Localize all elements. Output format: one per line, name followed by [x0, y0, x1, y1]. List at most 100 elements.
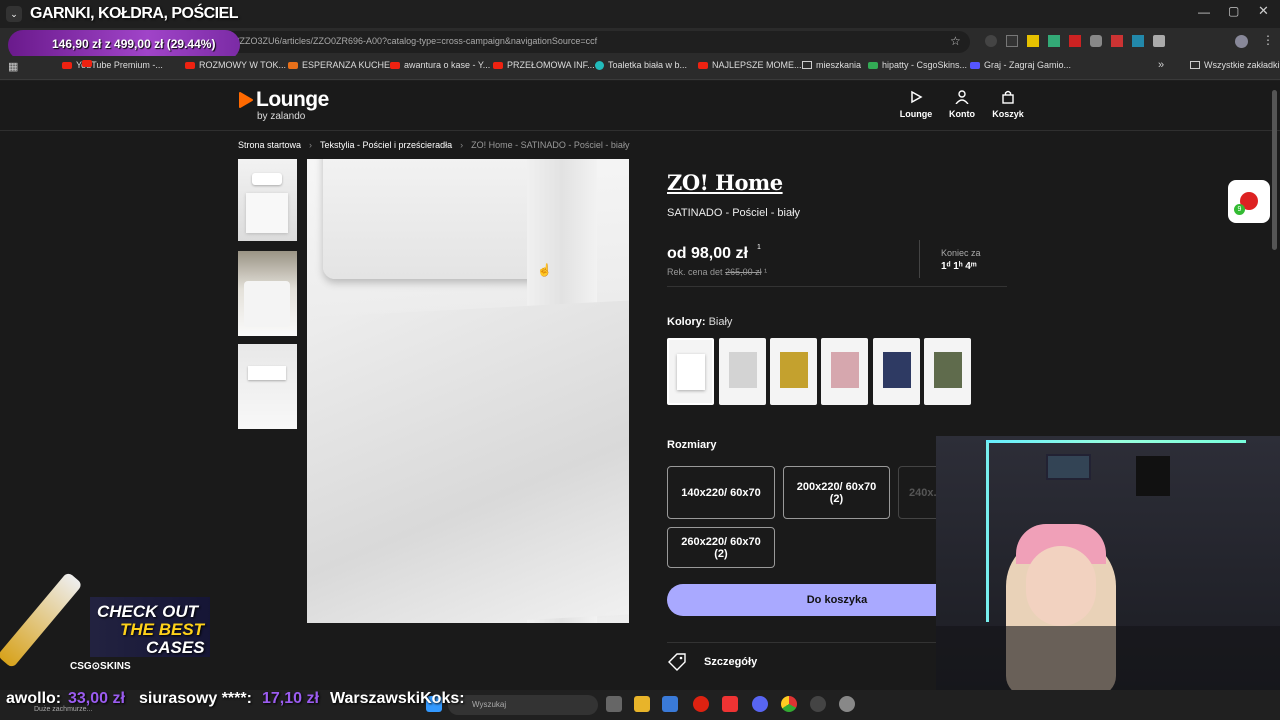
sizes-label: Rozmiary: [667, 439, 717, 451]
lounge-logo[interactable]: Lounge by zalando: [238, 88, 348, 123]
apps-icon[interactable]: ▦: [8, 60, 18, 73]
minimize-icon[interactable]: —: [1198, 5, 1210, 19]
bookmark-label: NAJLEPSZE MOME...: [712, 60, 802, 70]
bookmarks-overflow-icon[interactable]: »: [1158, 59, 1164, 71]
bookmark-item[interactable]: Graj - Zagraj Gamio...: [970, 60, 1071, 70]
webcam-overlay: [936, 436, 1280, 690]
steam-icon[interactable]: [810, 696, 826, 712]
chrome-icon[interactable]: [781, 696, 797, 712]
bookmarks-bar: ▦ YouTube Premium -... YouTube Premium -…: [0, 56, 1280, 80]
product-price: od 98,00 zł: [667, 245, 748, 262]
nav-lounge[interactable]: Lounge: [898, 90, 934, 119]
maximize-icon[interactable]: ▢: [1228, 4, 1239, 18]
all-bookmarks[interactable]: Wszystkie zakładki: [1190, 60, 1280, 70]
product-main-image[interactable]: ☝: [307, 159, 629, 623]
bookmark-item[interactable]: PRZEŁOMOWA INF...: [493, 60, 595, 70]
price-footnote-mark: 1: [757, 244, 761, 251]
color-swatch-grey[interactable]: [719, 338, 766, 405]
details-label: Szczegóły: [704, 656, 758, 668]
bookmark-item[interactable]: YouTube Premium -...: [62, 60, 163, 70]
size-label: 200x220/ 60x70 (2): [796, 480, 877, 505]
taskbar-search[interactable]: Wyszukaj: [448, 695, 598, 715]
size-option[interactable]: 200x220/ 60x70 (2): [783, 466, 890, 519]
color-swatch-pink[interactable]: [821, 338, 868, 405]
product-thumbnail[interactable]: [238, 344, 297, 429]
nav-label: Koszyk: [992, 109, 1024, 119]
promo-line3: CASES: [146, 638, 205, 657]
folder-icon: [802, 61, 812, 69]
browser-menu-icon[interactable]: ⋮: [1262, 33, 1274, 47]
promo-banner: CHECK OUT THE BEST CASES CSG⊙SKINS: [0, 555, 215, 675]
app-icon[interactable]: [722, 696, 738, 712]
product-thumbnail[interactable]: [238, 251, 297, 336]
chevron-right-icon: ›: [309, 140, 313, 150]
profile-avatar[interactable]: [1235, 35, 1248, 48]
price-note: Rek. cena det 265,00 zł ¹: [667, 267, 768, 277]
size-label: 260x220/ 60x70 (2): [681, 535, 761, 560]
star-icon[interactable]: ☆: [950, 34, 961, 48]
nav-label: Konto: [949, 109, 975, 119]
product-thumbnail[interactable]: [238, 159, 297, 241]
bookmark-item[interactable]: YouTube Premium -...: [82, 60, 92, 67]
details-row[interactable]: Szczegóły: [667, 653, 967, 673]
size-option[interactable]: 140x220/ 60x70: [667, 466, 775, 519]
file-explorer-icon[interactable]: [634, 696, 650, 712]
divider: [667, 286, 1007, 287]
scrollbar[interactable]: [1272, 90, 1277, 250]
store-icon[interactable]: [662, 696, 678, 712]
opera-icon[interactable]: [693, 696, 709, 712]
bookmark-label: Toaletka biała w b...: [608, 60, 688, 70]
discord-icon[interactable]: [752, 696, 768, 712]
bookmark-item[interactable]: awantura o kase - Y...: [390, 60, 490, 70]
bookmark-icon: [288, 61, 298, 69]
tag-icon: [668, 653, 686, 671]
promo-brand: CSG⊙SKINS: [70, 661, 131, 672]
bookmark-label: ESPERANZA KUCHE...: [302, 60, 398, 70]
task-view-icon[interactable]: [606, 696, 622, 712]
color-swatch-white[interactable]: [667, 338, 714, 405]
bookmark-label: mieszkania: [816, 60, 862, 70]
bookmark-label: Wszystkie zakładki: [1204, 60, 1280, 70]
size-option[interactable]: 260x220/ 60x70 (2): [667, 527, 775, 568]
url-text: ...aigns/ZZO3ZU6/articles/ZZO0ZR696-A00?…: [208, 36, 598, 46]
donor-name: WarszawskiKoks:: [330, 690, 465, 707]
bookmark-label: PRZEŁOMOWA INF...: [507, 60, 595, 70]
chat-widget[interactable]: 9: [1228, 180, 1270, 223]
size-label: 140x220/ 60x70: [681, 486, 761, 499]
bookmark-item[interactable]: ESPERANZA KUCHE...: [288, 60, 398, 70]
old-price: 265,00 zł: [725, 267, 762, 277]
product-brand[interactable]: ZO! Home: [667, 170, 783, 195]
site-header: Lounge by zalando Lounge Konto Koszyk: [0, 81, 1280, 131]
breadcrumb-current: ZO! Home - SATINADO - Pościel - biały: [471, 140, 630, 150]
breadcrumb: Strona startowa › Tekstylia - Pościel i …: [238, 140, 629, 150]
product-name: SATINADO - Pościel - biały: [667, 207, 801, 219]
bookmark-item[interactable]: NAJLEPSZE MOME...: [698, 60, 802, 70]
extension-icons[interactable]: [985, 35, 1205, 49]
color-swatch-mustard[interactable]: [770, 338, 817, 405]
bookmark-item[interactable]: ROZMOWY W TOK...: [185, 60, 286, 70]
close-icon[interactable]: ✕: [1258, 3, 1269, 19]
bookmark-label: Graj - Zagraj Gamio...: [984, 60, 1072, 70]
logo-text: Lounge: [256, 88, 329, 111]
bookmark-item[interactable]: mieszkania: [802, 60, 861, 70]
nav-cart[interactable]: Koszyk: [990, 90, 1026, 119]
play-icon: [911, 90, 923, 104]
chevron-right-icon: ›: [460, 140, 464, 150]
breadcrumb-link[interactable]: Strona startowa: [238, 140, 301, 150]
tab-menu-icon[interactable]: ⌄: [6, 6, 22, 22]
bookmark-icon: [868, 61, 878, 69]
bookmark-item[interactable]: Toaletka biała w b...: [595, 60, 687, 70]
settings-icon[interactable]: [839, 696, 855, 712]
nav-account[interactable]: Konto: [944, 90, 980, 119]
ends-value: 1ᵈ 1ʰ 4ᵐ: [941, 261, 977, 272]
donation-amount: 17,10 zł: [262, 690, 319, 707]
cursor-icon: ☝: [537, 263, 552, 277]
breadcrumb-link[interactable]: Tekstylia - Pościel i prześcieradła: [320, 140, 452, 150]
bookmark-item[interactable]: hipatty - CsgoSkins...: [868, 60, 967, 70]
youtube-icon: [185, 61, 195, 69]
search-placeholder: Wyszukaj: [472, 700, 507, 709]
color-swatch-olive[interactable]: [924, 338, 971, 405]
youtube-icon: [62, 61, 72, 69]
bookmark-icon: [970, 61, 980, 69]
color-swatch-navy[interactable]: [873, 338, 920, 405]
